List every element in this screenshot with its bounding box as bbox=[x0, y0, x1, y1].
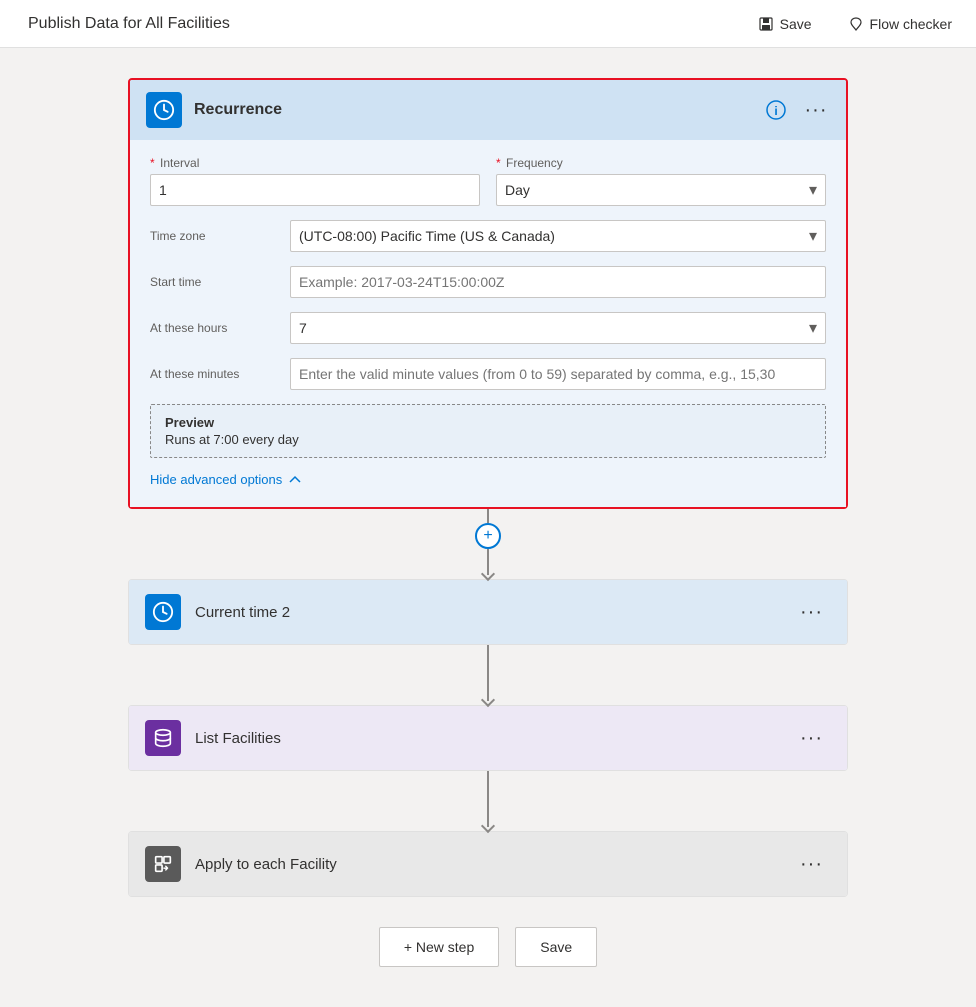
more-dots: ··· bbox=[805, 100, 828, 120]
connector-top-line bbox=[487, 509, 489, 523]
starttime-control bbox=[290, 266, 826, 298]
main-content: Recurrence i ··· * Inter bbox=[0, 48, 976, 1007]
interval-input[interactable] bbox=[150, 174, 480, 206]
save-label: Save bbox=[780, 16, 812, 32]
frequency-select-wrapper: Day Week Month Hour Minute Second ▾ bbox=[496, 174, 826, 206]
interval-label: * Interval bbox=[150, 156, 480, 170]
apply-each-icon bbox=[145, 846, 181, 882]
page-title: Publish Data for All Facilities bbox=[28, 15, 230, 33]
apply-each-title: Apply to each Facility bbox=[195, 856, 778, 873]
interval-frequency-row: * Interval * Frequency Day Week Mont bbox=[150, 156, 826, 206]
new-step-button[interactable]: + New step bbox=[379, 927, 499, 967]
timezone-select-wrapper: (UTC-08:00) Pacific Time (US & Canada) ▾ bbox=[290, 220, 826, 252]
recurrence-title: Recurrence bbox=[194, 101, 750, 119]
recurrence-more-button[interactable]: ··· bbox=[802, 96, 830, 124]
list-facilities-icon bbox=[145, 720, 181, 756]
hide-advanced-label: Hide advanced options bbox=[150, 472, 282, 487]
hide-advanced-button[interactable]: Hide advanced options bbox=[150, 472, 302, 487]
current-time-title: Current time 2 bbox=[195, 604, 778, 621]
minutes-label: At these minutes bbox=[150, 367, 290, 381]
list-facilities-card: List Facilities ··· bbox=[128, 705, 848, 771]
recurrence-icon bbox=[146, 92, 182, 128]
add-step-button-1[interactable]: + bbox=[475, 523, 501, 549]
new-step-label: + New step bbox=[404, 939, 474, 955]
preview-heading: Preview bbox=[165, 415, 811, 430]
frequency-label: * Frequency bbox=[496, 156, 826, 170]
save-button[interactable]: Save bbox=[750, 12, 820, 36]
info-button[interactable]: i bbox=[762, 96, 790, 124]
recurrence-header: Recurrence i ··· bbox=[130, 80, 846, 140]
current-time-icon bbox=[145, 594, 181, 630]
plus-connector-1: + bbox=[475, 509, 501, 579]
minutes-row: At these minutes bbox=[150, 358, 826, 390]
hours-row: At these hours 7 012 345 689 ▾ bbox=[150, 312, 826, 344]
hours-select[interactable]: 7 012 345 689 bbox=[291, 313, 825, 343]
bottom-save-label: Save bbox=[540, 939, 572, 955]
timezone-select[interactable]: (UTC-08:00) Pacific Time (US & Canada) bbox=[291, 221, 825, 251]
clock-icon-2 bbox=[152, 601, 174, 623]
minutes-input[interactable] bbox=[290, 358, 826, 390]
current-time-dots: ··· bbox=[800, 601, 823, 623]
preview-text: Runs at 7:00 every day bbox=[165, 432, 811, 447]
hours-select-wrapper: 7 012 345 689 ▾ bbox=[290, 312, 826, 344]
list-facilities-more-button[interactable]: ··· bbox=[792, 724, 831, 753]
recurrence-card: Recurrence i ··· * Inter bbox=[128, 78, 848, 509]
bottom-actions: + New step Save bbox=[379, 927, 597, 967]
loop-icon bbox=[152, 853, 174, 875]
preview-box: Preview Runs at 7:00 every day bbox=[150, 404, 826, 458]
timezone-label: Time zone bbox=[150, 229, 290, 243]
nav-right: Save Flow checker bbox=[750, 12, 960, 36]
timezone-row: Time zone (UTC-08:00) Pacific Time (US &… bbox=[150, 220, 826, 252]
connector-2 bbox=[483, 645, 493, 705]
starttime-input[interactable] bbox=[290, 266, 826, 298]
apply-each-header: Apply to each Facility ··· bbox=[129, 832, 847, 896]
minutes-control bbox=[290, 358, 826, 390]
chevron-up-icon bbox=[288, 473, 302, 487]
list-facilities-dots: ··· bbox=[800, 727, 823, 749]
current-time-card: Current time 2 ··· bbox=[128, 579, 848, 645]
nav-left: Publish Data for All Facilities bbox=[16, 15, 230, 33]
current-time-header: Current time 2 ··· bbox=[129, 580, 847, 644]
connector-3 bbox=[483, 771, 493, 831]
connector-arrow-1 bbox=[481, 567, 495, 581]
header-actions: i ··· bbox=[762, 96, 830, 124]
apply-each-dots: ··· bbox=[800, 853, 823, 875]
frequency-select[interactable]: Day Week Month Hour Minute Second bbox=[497, 175, 825, 205]
hours-label: At these hours bbox=[150, 321, 290, 335]
apply-each-more-button[interactable]: ··· bbox=[792, 850, 831, 879]
recurrence-body: * Interval * Frequency Day Week Mont bbox=[130, 140, 846, 507]
top-nav: Publish Data for All Facilities Save Flo… bbox=[0, 0, 976, 48]
starttime-label: Start time bbox=[150, 275, 290, 289]
frequency-group: * Frequency Day Week Month Hour Minute S… bbox=[496, 156, 826, 206]
svg-text:i: i bbox=[774, 104, 777, 118]
connector-arrow-2 bbox=[481, 693, 495, 707]
list-facilities-header: List Facilities ··· bbox=[129, 706, 847, 770]
list-facilities-title: List Facilities bbox=[195, 730, 778, 747]
bottom-save-button[interactable]: Save bbox=[515, 927, 597, 967]
flow-checker-button[interactable]: Flow checker bbox=[840, 12, 960, 36]
starttime-row: Start time bbox=[150, 266, 826, 298]
hours-control: 7 012 345 689 ▾ bbox=[290, 312, 826, 344]
apply-each-card: Apply to each Facility ··· bbox=[128, 831, 848, 897]
connector-arrow-3 bbox=[481, 819, 495, 833]
current-time-more-button[interactable]: ··· bbox=[792, 598, 831, 627]
database-icon bbox=[152, 727, 174, 749]
clock-icon bbox=[153, 99, 175, 121]
interval-group: * Interval bbox=[150, 156, 480, 206]
flow-checker-label: Flow checker bbox=[870, 16, 952, 32]
timezone-control: (UTC-08:00) Pacific Time (US & Canada) ▾ bbox=[290, 220, 826, 252]
